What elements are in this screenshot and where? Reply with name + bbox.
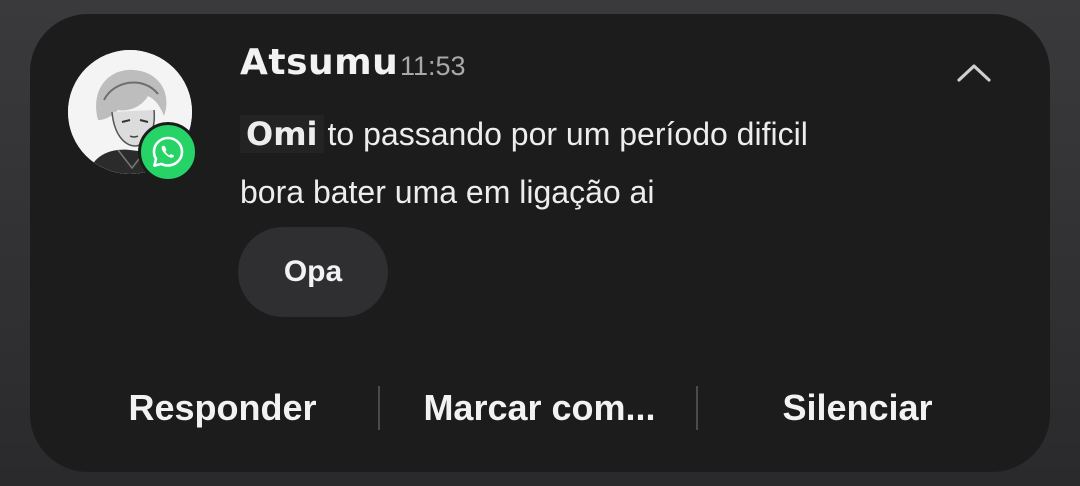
message-body: Omi to passando por um período dificil bo…	[240, 105, 980, 221]
divider	[696, 386, 698, 430]
avatar-container	[68, 50, 198, 182]
reply-button[interactable]: Responder	[60, 368, 385, 448]
whatsapp-icon	[138, 122, 198, 182]
message-line-1: Omi to passando por um período dificil	[240, 105, 980, 163]
mention: Omi	[240, 115, 324, 153]
chevron-up-icon	[957, 64, 991, 82]
sender-name: Atsumu	[240, 42, 399, 83]
timestamp: 11:53	[400, 51, 466, 81]
message-line-2: bora bater uma em ligação ai	[240, 174, 655, 210]
mark-as-button[interactable]: Marcar com...	[382, 368, 697, 448]
collapse-button[interactable]	[950, 54, 998, 90]
action-bar: Responder Marcar com... Silenciar	[60, 368, 1020, 448]
divider	[378, 386, 380, 430]
message-line-1-text: to passando por um período dificil	[327, 116, 808, 152]
mute-button[interactable]: Silenciar	[700, 368, 1015, 448]
quick-reply-button[interactable]: Opa	[238, 227, 388, 317]
